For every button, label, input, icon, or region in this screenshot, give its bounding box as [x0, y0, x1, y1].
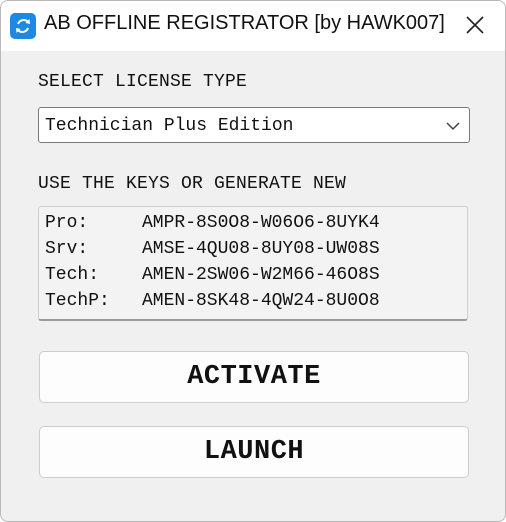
license-type-label: SELECT LICENSE TYPE	[38, 72, 248, 92]
app-window: AB OFFLINE REGISTRATOR [by HAWK007] SELE…	[0, 0, 506, 522]
close-button[interactable]	[445, 1, 505, 49]
key-name: Tech:	[45, 265, 100, 285]
key-row-tech: Tech: AMEN-2SW06-W2M66-46O8S	[45, 265, 380, 285]
key-name: TechP:	[45, 291, 110, 311]
launch-button[interactable]: LAUNCH	[39, 426, 469, 478]
key-name: Srv:	[45, 239, 89, 259]
title-bar: AB OFFLINE REGISTRATOR [by HAWK007]	[1, 1, 505, 51]
keys-label: USE THE KEYS OR GENERATE NEW	[38, 174, 347, 194]
refresh-icon	[10, 13, 36, 39]
key-row-srv: Srv: AMSE-4QU08-8UY08-UW08S	[45, 239, 380, 259]
keys-textbox[interactable]: Pro: AMPR-8S0O8-W06O6-8UYK4 Srv: AMSE-4QU0…	[38, 206, 468, 321]
key-name: Pro:	[45, 213, 89, 233]
key-row-pro: Pro: AMPR-8S0O8-W06O6-8UYK4	[45, 213, 380, 233]
key-value: AMEN-2SW06-W2M66-46O8S	[142, 265, 380, 285]
key-value: AMEN-8SK48-4QW24-8U0O8	[142, 291, 380, 311]
license-type-select[interactable]: Technician Plus Edition	[38, 107, 470, 143]
key-value: AMSE-4QU08-8UY08-UW08S	[142, 239, 380, 259]
key-row-techp: TechP: AMEN-8SK48-4QW24-8U0O8	[45, 291, 380, 311]
license-type-value: Technician Plus Edition	[45, 116, 294, 136]
key-value: AMPR-8S0O8-W06O6-8UYK4	[142, 213, 380, 233]
close-icon	[466, 16, 484, 34]
chevron-down-icon	[446, 122, 460, 131]
activate-button[interactable]: ACTIVATE	[39, 351, 469, 403]
window-title: AB OFFLINE REGISTRATOR [by HAWK007]	[44, 12, 445, 34]
